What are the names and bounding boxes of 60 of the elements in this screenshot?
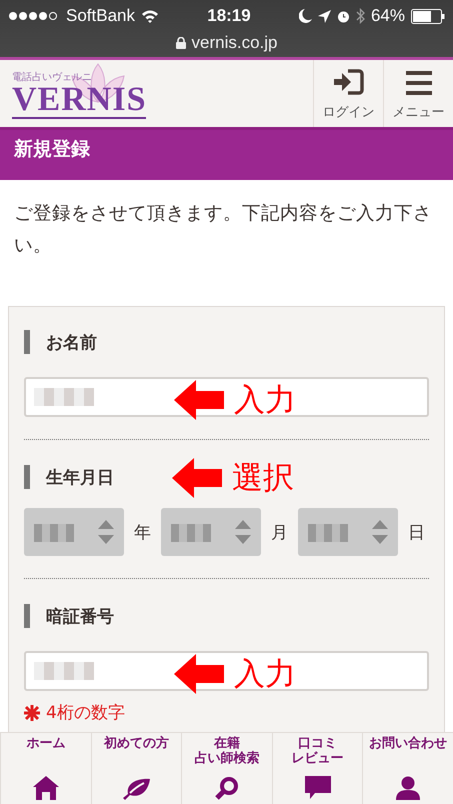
login-icon (334, 69, 364, 95)
battery-percent: 64% (370, 6, 405, 26)
arrow-left-icon (174, 380, 224, 420)
label-marker (24, 604, 30, 628)
blurred-value (34, 662, 94, 680)
updown-arrows-icon (372, 520, 388, 544)
input-field[interactable]: 入力 (24, 377, 429, 417)
nav-tab[interactable]: 在籍 占い師検索 (181, 733, 272, 804)
intro-text: ご登録をさせて頂きます。下記内容をご入力下さい。 (13, 202, 433, 258)
bluetooth-icon (356, 8, 365, 24)
nav-tab[interactable]: お問い合わせ (362, 733, 453, 804)
field-note: 4桁の数字 (46, 702, 125, 724)
date-unit: 年 (134, 522, 151, 544)
nav-tab[interactable]: ホーム (0, 733, 91, 804)
status-time: 18:19 (206, 6, 252, 26)
nav-tab[interactable]: 初めての方 (90, 733, 182, 804)
blurred-value (308, 524, 348, 542)
home-icon (32, 776, 59, 800)
page-title: 新規登録 (0, 130, 453, 180)
moon-icon (298, 9, 312, 23)
field-label: 生年月日 (46, 466, 114, 488)
blurred-value (171, 524, 211, 542)
field-label: お名前 (46, 332, 97, 354)
logo-tagline: 電話占いヴェルニ (12, 73, 92, 83)
updown-arrows-icon (98, 520, 114, 544)
date-unit: 日 (408, 522, 425, 544)
label-marker (24, 330, 30, 354)
annotation-text: 入力 (234, 658, 296, 690)
select-field[interactable] (298, 508, 398, 556)
login-button[interactable]: ログイン (313, 60, 383, 127)
select-field[interactable] (24, 508, 124, 556)
signal-icon (8, 11, 60, 21)
annotation-text: 選択 (232, 462, 294, 494)
blurred-value (34, 524, 74, 542)
battery-icon (411, 8, 445, 24)
nav-tab[interactable]: 口コミ レビュー (272, 733, 362, 804)
alarm-clock-icon (336, 10, 350, 22)
menu-button[interactable]: メニュー (383, 60, 453, 127)
input-field[interactable]: 入力 (24, 651, 429, 691)
annotation-text: 入力 (234, 384, 296, 416)
person-icon (396, 776, 420, 800)
carrier-name: SoftBank (66, 6, 135, 26)
url-text: vernis.co.jp (192, 33, 278, 53)
field-label: 暗証番号 (46, 606, 114, 628)
select-field[interactable] (161, 508, 261, 556)
label-marker (24, 465, 30, 489)
wifi-icon (141, 9, 159, 23)
leaf-icon (122, 778, 150, 800)
lock-icon (176, 37, 186, 49)
location-arrow-icon (318, 10, 331, 22)
date-unit: 月 (271, 522, 288, 544)
menu-icon (406, 71, 432, 95)
search-icon (214, 776, 239, 800)
asterisk-icon (24, 704, 40, 720)
arrow-left-icon (174, 654, 224, 694)
arrow-left-icon (172, 458, 222, 498)
speech-bubble-icon (304, 776, 331, 800)
updown-arrows-icon (235, 520, 251, 544)
logo-text[interactable]: VERNIS (12, 83, 146, 119)
blurred-value (34, 388, 94, 406)
